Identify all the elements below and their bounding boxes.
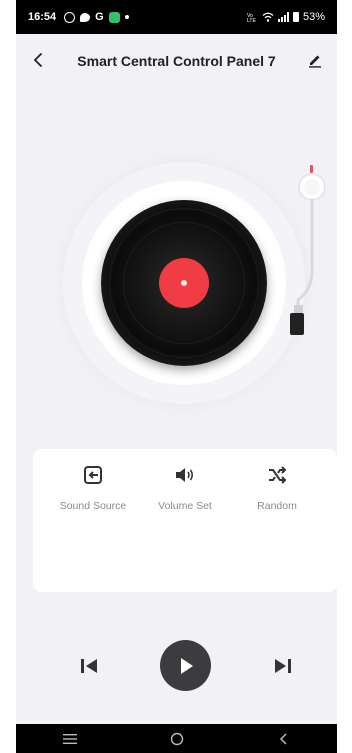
- system-navigation-bar: [16, 724, 337, 753]
- svg-text:LTE: LTE: [247, 18, 256, 23]
- back-button[interactable]: [26, 48, 50, 72]
- volume-set-button[interactable]: Volume Set: [142, 463, 228, 512]
- volte-icon: Vo LTE: [247, 12, 258, 23]
- next-icon: [275, 659, 291, 673]
- signal-icon: [277, 12, 289, 22]
- status-bar: 16:54 G Vo LTE 53%: [16, 0, 337, 34]
- back-arrow-icon: [33, 53, 42, 67]
- chat-icon: [80, 12, 91, 22]
- chevron-left-icon: [279, 732, 287, 745]
- battery-icon: [292, 12, 299, 22]
- tonearm: [290, 165, 326, 335]
- wifi-icon: [262, 12, 274, 22]
- play-button[interactable]: [160, 640, 211, 691]
- volume-icon: [176, 468, 194, 482]
- app-notification-icon: [108, 11, 120, 23]
- header: Smart Central Control Panel 7: [16, 34, 337, 88]
- previous-icon: [81, 659, 97, 673]
- sound-source-label: Sound Source: [59, 500, 127, 512]
- more-notifications-icon: [124, 15, 129, 19]
- home-button[interactable]: [162, 729, 192, 749]
- play-icon: [180, 657, 193, 674]
- screen-left-border: [0, 0, 16, 753]
- page-title: Smart Central Control Panel 7: [77, 53, 276, 69]
- shuffle-icon: [269, 466, 287, 484]
- sound-source-button[interactable]: Sound Source: [50, 463, 136, 512]
- turntable-visual: [16, 150, 337, 420]
- status-time: 16:54: [28, 11, 57, 23]
- volume-set-label: Volume Set: [158, 500, 212, 512]
- screen-right-border: [337, 0, 352, 753]
- playback-controls: [16, 638, 337, 693]
- system-back-button[interactable]: [269, 729, 299, 749]
- controls-card: Sound Source Volume Set Random: [33, 449, 337, 592]
- pencil-icon: [309, 55, 321, 68]
- recent-apps-button[interactable]: [55, 729, 85, 749]
- edit-button[interactable]: [303, 48, 327, 72]
- battery-percent: 53%: [302, 11, 325, 23]
- whatsapp-icon: [64, 11, 76, 23]
- home-circle-icon: [170, 732, 183, 745]
- previous-track-button[interactable]: [77, 654, 101, 678]
- next-track-button[interactable]: [271, 654, 295, 678]
- random-label: Random: [257, 500, 297, 512]
- menu-icon: [62, 733, 77, 744]
- google-icon: G: [95, 10, 104, 23]
- random-button[interactable]: Random: [234, 463, 320, 512]
- sound-source-icon: [84, 466, 102, 484]
